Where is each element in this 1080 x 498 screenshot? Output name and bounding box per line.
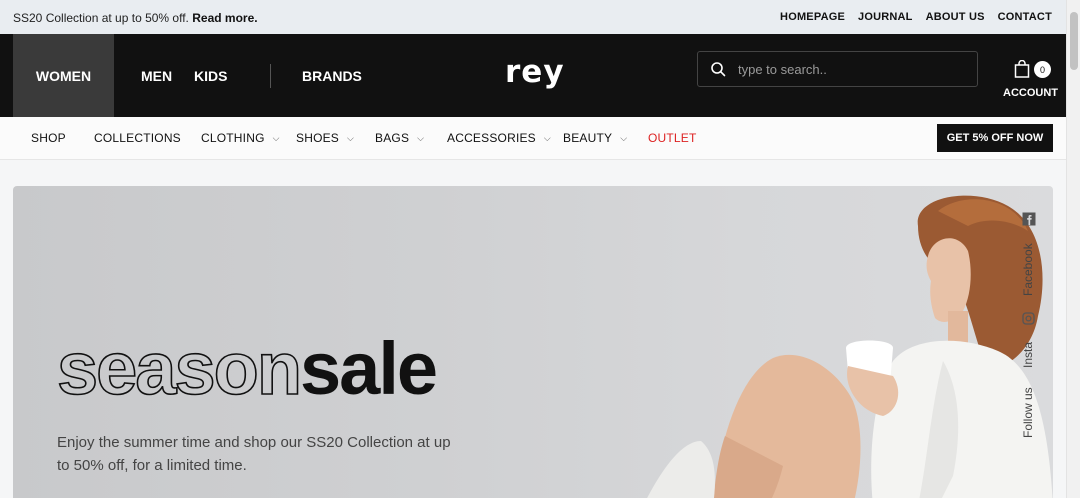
social-follow-bar: Facebook Insta Follow us — [1017, 212, 1041, 452]
chevron-down-icon: ⌵ — [272, 132, 280, 143]
hero-subtext: Enjoy the summer time and shop our SS20 … — [57, 434, 451, 474]
category-shoes[interactable]: SHOES ⌵ — [296, 131, 354, 145]
chevron-down-icon: ⌵ — [417, 132, 425, 143]
category-shop-label: SHOP — [31, 131, 66, 145]
cart-count-badge: 0 — [1034, 61, 1051, 78]
hero-banner: seasonsale Enjoy the summer time and sho… — [13, 186, 1053, 498]
category-nav: SHOP COLLECTIONS CLOTHING ⌵ SHOES ⌵ BAGS ⌵ … — [0, 117, 1066, 160]
account-link[interactable]: ACCOUNT — [1003, 87, 1058, 99]
gender-nav: WOMEN MEN KIDS BRANDS — [13, 34, 362, 117]
nav-brands[interactable]: BRANDS — [302, 34, 362, 117]
headline-solid-word: sale — [300, 327, 438, 410]
hero-headline: seasonsale — [56, 331, 438, 407]
read-more-link[interactable]: Read more. — [192, 11, 257, 25]
facebook-icon[interactable] — [1022, 212, 1036, 226]
headline-outline-word: season — [56, 327, 303, 410]
category-shoes-label: SHOES — [296, 131, 340, 145]
top-nav-homepage[interactable]: HOMEPAGE — [780, 11, 845, 23]
top-nav-about-us[interactable]: ABOUT US — [926, 11, 985, 23]
scrollbar-thumb[interactable] — [1070, 12, 1078, 70]
nav-women[interactable]: WOMEN — [13, 34, 114, 117]
chevron-down-icon: ⌵ — [543, 132, 551, 143]
instagram-link[interactable]: Insta — [1021, 342, 1035, 368]
page-scrollbar[interactable] — [1066, 0, 1080, 498]
follow-us-label: Follow us — [1021, 387, 1035, 438]
category-outlet-label: OUTLET — [648, 131, 697, 145]
facebook-link[interactable]: Facebook — [1021, 243, 1035, 296]
top-nav: HOMEPAGE JOURNAL ABOUT US CONTACT — [780, 11, 1052, 23]
shopping-bag-icon[interactable] — [1014, 60, 1030, 78]
category-clothing[interactable]: CLOTHING ⌵ — [201, 131, 280, 145]
category-beauty-label: BEAUTY — [563, 131, 613, 145]
account-area[interactable]: 0 ACCOUNT — [1000, 60, 1058, 100]
category-clothing-label: CLOTHING — [201, 131, 265, 145]
category-beauty[interactable]: BEAUTY ⌵ — [563, 131, 627, 145]
nav-kids[interactable]: KIDS — [194, 34, 270, 117]
category-outlet[interactable]: OUTLET — [648, 131, 697, 145]
search-box — [697, 51, 978, 87]
category-accessories[interactable]: ACCESSORIES ⌵ — [447, 131, 551, 145]
chevron-down-icon: ⌵ — [620, 132, 628, 143]
instagram-icon[interactable] — [1022, 312, 1035, 325]
search-icon[interactable] — [710, 61, 726, 77]
announcement-text: SS20 Collection at up to 50% off. Read m… — [13, 11, 258, 25]
announcement-message: SS20 Collection at up to 50% off. — [13, 11, 189, 25]
category-shop[interactable]: SHOP — [31, 131, 66, 145]
nav-men[interactable]: MEN — [114, 34, 194, 117]
category-bags-label: BAGS — [375, 131, 410, 145]
category-collections-label: COLLECTIONS — [94, 131, 181, 145]
search-input[interactable] — [738, 61, 958, 77]
category-bags[interactable]: BAGS ⌵ — [375, 131, 424, 145]
chevron-down-icon: ⌵ — [347, 132, 355, 143]
category-accessories-label: ACCESSORIES — [447, 131, 536, 145]
nav-divider — [270, 63, 271, 88]
announcement-bar: SS20 Collection at up to 50% off. Read m… — [0, 0, 1066, 34]
category-collections[interactable]: COLLECTIONS — [94, 131, 181, 145]
top-nav-contact[interactable]: CONTACT — [998, 11, 1052, 23]
main-header: WOMEN MEN KIDS BRANDS rey 0 ACCOUNT — [0, 34, 1066, 117]
site-logo[interactable]: rey — [505, 54, 565, 90]
get-discount-button[interactable]: GET 5% OFF NOW — [937, 124, 1053, 152]
top-nav-journal[interactable]: JOURNAL — [858, 11, 913, 23]
